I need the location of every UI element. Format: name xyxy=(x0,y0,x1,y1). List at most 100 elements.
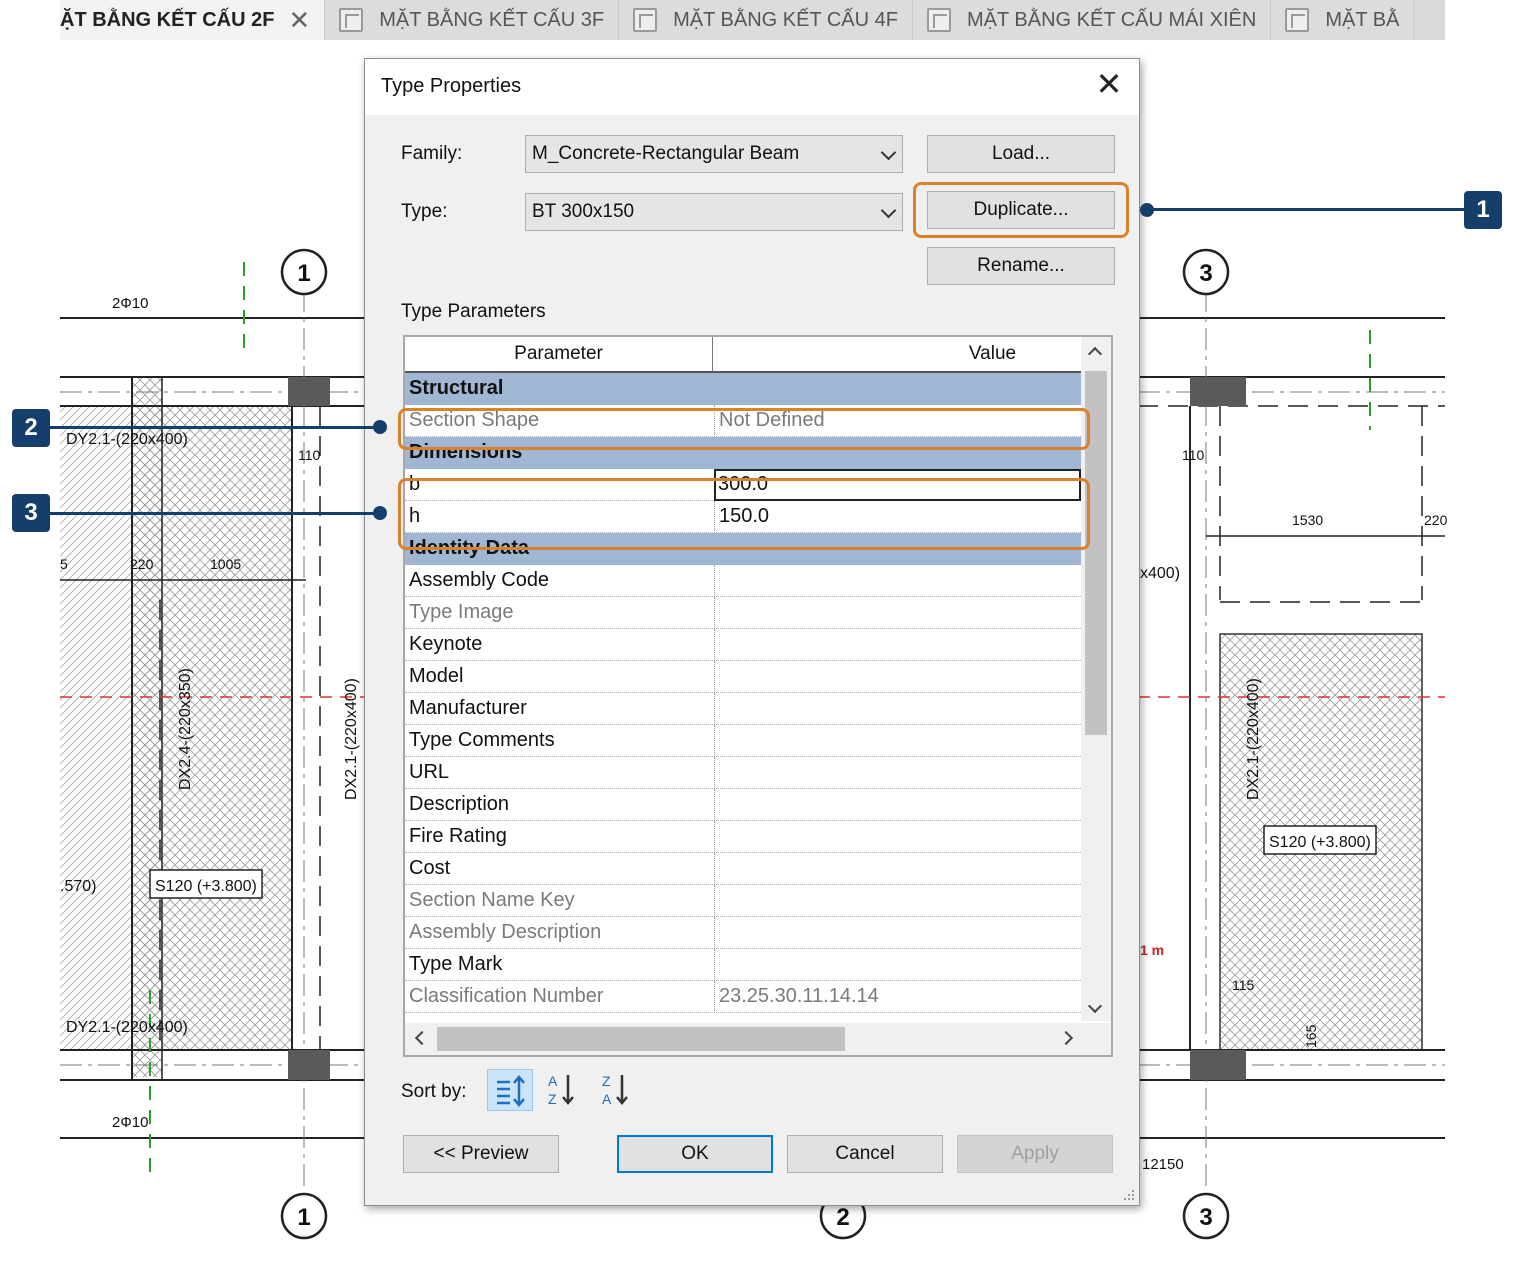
parameter-value[interactable] xyxy=(714,725,1081,757)
svg-text:A: A xyxy=(548,1073,558,1089)
parameter-value[interactable] xyxy=(714,789,1081,821)
grid-bubble-1-bottom: 1 xyxy=(280,1192,328,1240)
sort-descending-icon[interactable]: ZA xyxy=(595,1069,641,1111)
tab-structural-plan-more[interactable]: MẶT BẰ xyxy=(1271,0,1415,40)
tab-label: MẶT BẰNG KẾT CẤU 3F xyxy=(379,8,605,31)
grid-row[interactable]: Section Name Key xyxy=(405,885,1081,917)
grid-group-header[interactable]: Structural xyxy=(405,373,1081,405)
type-parameters-label: Type Parameters xyxy=(401,301,546,322)
preview-button[interactable]: << Preview xyxy=(403,1135,559,1173)
parameter-name: URL xyxy=(409,761,450,783)
floor-plan-icon xyxy=(633,8,658,32)
svg-text:A: A xyxy=(602,1091,612,1107)
parameter-name: Model xyxy=(409,665,464,687)
parameter-name: Section Name Key xyxy=(409,889,575,911)
parameter-name: Assembly Description xyxy=(409,921,602,943)
svg-text:3: 3 xyxy=(1199,260,1212,287)
drawing-text: 110 xyxy=(1182,447,1205,463)
apply-button[interactable]: Apply xyxy=(957,1135,1113,1173)
drawing-text: 220 xyxy=(130,556,154,572)
cancel-button[interactable]: Cancel xyxy=(787,1135,943,1173)
tab-structural-plan-roof[interactable]: MẶT BẰNG KẾT CẤU MÁI XIÊN xyxy=(913,0,1272,40)
parameter-value[interactable] xyxy=(714,661,1081,693)
drawing-text: S120 (+3.800) xyxy=(155,878,257,895)
grid-row[interactable]: Type Image xyxy=(405,597,1081,629)
parameter-value[interactable] xyxy=(714,629,1081,661)
grid-row[interactable]: Manufacturer xyxy=(405,693,1081,725)
grid-row[interactable]: Type Mark xyxy=(405,949,1081,981)
svg-text:1: 1 xyxy=(297,260,310,287)
chevron-left-icon[interactable] xyxy=(414,1030,430,1046)
grid-row[interactable]: Fire Rating xyxy=(405,821,1081,853)
drawing-text: 2Ф10 xyxy=(112,295,148,312)
drawing-text: 220 xyxy=(1424,512,1448,528)
callout-leader xyxy=(1147,208,1465,211)
grid-bubble-3-top: 3 xyxy=(1182,248,1230,296)
floor-plan-icon xyxy=(1285,8,1310,32)
drawing-text: 12150 xyxy=(1142,1156,1184,1173)
family-value: M_Concrete-Rectangular Beam xyxy=(532,143,800,164)
callout-badge-2: 2 xyxy=(12,409,50,447)
parameter-value[interactable] xyxy=(714,757,1081,789)
svg-text:Z: Z xyxy=(602,1073,611,1089)
tab-label: MẶT BẰNG KẾT CẤU 4F xyxy=(673,8,898,31)
close-icon[interactable]: ✕ xyxy=(1093,68,1125,101)
parameter-name: Manufacturer xyxy=(409,697,527,719)
view-tab-bar: ẶT BẰNG KẾT CẤU 2F ✕ MẶT BẰNG KẾT CẤU 3F… xyxy=(60,0,1445,40)
parameter-value[interactable] xyxy=(714,949,1081,981)
grid-row[interactable]: Classification Number 23.25.30.11.14.14 xyxy=(405,981,1081,1013)
load-button[interactable]: Load... xyxy=(927,135,1115,173)
grid-row[interactable]: Keynote xyxy=(405,629,1081,661)
grid-row[interactable]: Description xyxy=(405,789,1081,821)
callout-badge-1: 1 xyxy=(1464,191,1502,229)
sort-by-label: Sort by: xyxy=(401,1081,467,1102)
parameter-value[interactable] xyxy=(714,565,1081,597)
chevron-right-icon[interactable] xyxy=(1058,1030,1074,1046)
chevron-up-icon[interactable] xyxy=(1087,346,1103,362)
parameter-value[interactable] xyxy=(714,821,1081,853)
sort-ascending-icon[interactable]: AZ xyxy=(541,1069,587,1111)
close-icon[interactable]: ✕ xyxy=(288,5,310,36)
svg-text:Z: Z xyxy=(548,1091,557,1107)
tab-structural-plan-3f[interactable]: MẶT BẰNG KẾT CẤU 3F xyxy=(325,0,620,40)
grid-row[interactable]: Assembly Code xyxy=(405,565,1081,597)
grid-rows: Structural Section Shape Not Defined Dimens… xyxy=(405,373,1081,1013)
parameter-value[interactable] xyxy=(714,693,1081,725)
column-header-parameter[interactable]: Parameter xyxy=(405,337,713,371)
highlight-section-shape xyxy=(398,408,1090,450)
grid-header: Parameter Value xyxy=(405,337,1081,373)
parameter-value[interactable] xyxy=(714,917,1081,949)
svg-text:1: 1 xyxy=(297,1204,310,1231)
grid-row[interactable]: Type Comments xyxy=(405,725,1081,757)
sort-grouped-icon[interactable] xyxy=(487,1069,533,1111)
grid-row[interactable]: Assembly Description xyxy=(405,917,1081,949)
resize-grip-icon[interactable] xyxy=(1122,1188,1136,1202)
parameter-value[interactable] xyxy=(714,885,1081,917)
drawing-text: 110 xyxy=(298,447,321,463)
drawing-text: 1005 xyxy=(210,556,241,572)
grid-row[interactable]: Cost xyxy=(405,853,1081,885)
tab-structural-plan-2f[interactable]: ẶT BẰNG KẾT CẤU 2F ✕ xyxy=(60,0,326,40)
type-value: BT 300x150 xyxy=(532,201,635,222)
horizontal-scrollbar[interactable] xyxy=(405,1023,1111,1055)
family-select[interactable]: M_Concrete-Rectangular Beam xyxy=(525,135,903,173)
tab-structural-plan-4f[interactable]: MẶT BẰNG KẾT CẤU 4F xyxy=(619,0,913,40)
parameter-name: Description xyxy=(409,793,510,815)
chevron-down-icon[interactable] xyxy=(1087,998,1103,1014)
parameter-value[interactable]: 23.25.30.11.14.14 xyxy=(714,981,1081,1013)
parameter-name: Cost xyxy=(409,857,451,879)
type-select[interactable]: BT 300x150 xyxy=(525,193,903,231)
parameter-value[interactable] xyxy=(714,853,1081,885)
grid-row[interactable]: URL xyxy=(405,757,1081,789)
drawing-text: 1 m xyxy=(1140,942,1164,958)
dialog-title: Type Properties xyxy=(381,75,522,97)
group-label: Structural xyxy=(409,377,504,399)
ok-button[interactable]: OK xyxy=(617,1135,773,1173)
rename-button[interactable]: Rename... xyxy=(927,247,1115,285)
parameter-name: Assembly Code xyxy=(409,569,550,591)
parameter-name: Type Comments xyxy=(409,729,555,751)
column-header-value[interactable]: Value xyxy=(714,337,1081,371)
grid-row[interactable]: Model xyxy=(405,661,1081,693)
parameter-value[interactable] xyxy=(714,597,1081,629)
scroll-thumb[interactable] xyxy=(437,1027,845,1051)
